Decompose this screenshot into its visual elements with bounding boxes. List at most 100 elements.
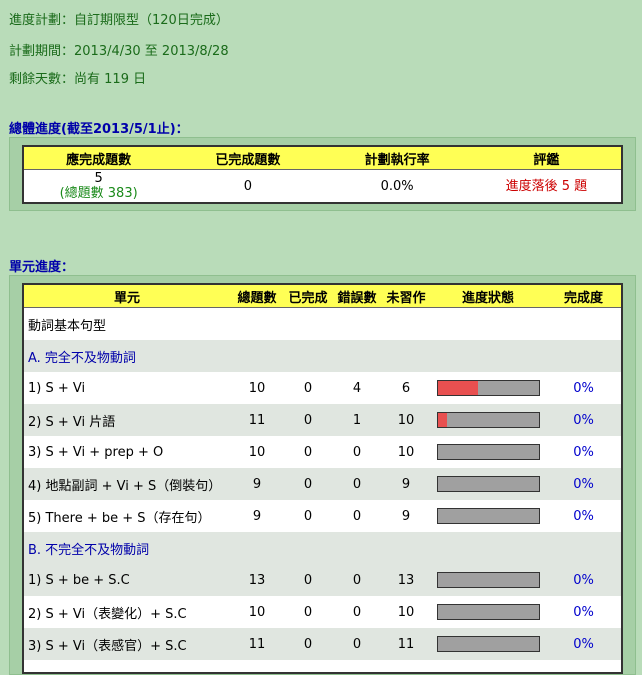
unit-label[interactable]: 3) S + Vi（表感官）+ S.C: [24, 628, 230, 660]
unit-group-heading: 動詞基本句型: [24, 307, 621, 340]
units-header-row: 單元 總題數 已完成 錯誤數 未習作 進度狀態 完成度: [24, 285, 621, 308]
plan-period: 計劃期間：2013/4/30 至 2013/8/28: [9, 40, 229, 59]
units-table: 單元 總題數 已完成 錯誤數 未習作 進度狀態 完成度 動詞基本句型 A. 完全不…: [24, 285, 621, 660]
header-total: 總題數: [230, 285, 284, 308]
header-should-complete: 應完成題數: [24, 147, 174, 170]
unit-label[interactable]: 1) S + be + S.C: [24, 564, 230, 596]
unit-errors: 4: [332, 372, 382, 404]
unit-status-cell: [430, 628, 546, 660]
unit-completion: 0%: [546, 628, 621, 660]
unit-completion: 0%: [546, 468, 621, 500]
unit-errors: 1: [332, 404, 382, 436]
unit-section-label: B. 不完全不及物動詞: [24, 532, 621, 564]
unit-row[interactable]: 2) S + Vi（表變化）+ S.C 10 0 0 10 0%: [24, 596, 621, 628]
overall-table-frame: 應完成題數 已完成題數 計劃執行率 評鑑 5 (總題數 383) 0 0.0% …: [22, 145, 623, 204]
unit-group-label: 動詞基本句型: [24, 307, 621, 340]
should-complete-cell: 5 (總題數 383): [24, 170, 173, 203]
progress-bar: [436, 444, 540, 460]
completed-value: 0: [243, 178, 253, 194]
unit-rows: 動詞基本句型 A. 完全不及物動詞 1) S + Vi 10 0 4 6 0% 2) S + V…: [24, 307, 621, 660]
unit-todo: 10: [382, 436, 430, 468]
should-complete-value: 5: [94, 171, 103, 186]
overall-progress-title: 總體進度(截至2013/5/1止)：: [9, 122, 189, 137]
unit-status-cell: [430, 404, 546, 436]
unit-done: 0: [284, 468, 332, 500]
unit-errors: 0: [332, 564, 382, 596]
unit-total: 10: [230, 436, 284, 468]
header-unit: 單元: [24, 285, 230, 308]
progress-bar: [436, 380, 540, 396]
unit-todo: 9: [382, 500, 430, 532]
progress-bar: [436, 508, 540, 524]
plan-days: 剩餘天數：尚有 119 日: [9, 68, 146, 87]
unit-status-cell: [430, 596, 546, 628]
evaluation-value: 進度落後 5 題: [505, 178, 588, 194]
overall-header-row: 應完成題數 已完成題數 計劃執行率 評鑑: [24, 147, 621, 170]
progress-bar: [436, 412, 540, 428]
unit-todo: 9: [382, 468, 430, 500]
total-questions-note: (總題數 383): [59, 186, 138, 201]
rate-value: 0.0%: [380, 178, 414, 194]
header-status: 進度狀態: [430, 285, 546, 308]
unit-total: 9: [230, 500, 284, 532]
header-todo: 未習作: [382, 285, 430, 308]
unit-todo: 11: [382, 628, 430, 660]
unit-status-cell: [430, 468, 546, 500]
unit-label[interactable]: 4) 地點副詞 + Vi + S（倒裝句）: [24, 468, 230, 500]
unit-label[interactable]: 5) There + be + S（存在句）: [24, 500, 230, 532]
unit-total: 13: [230, 564, 284, 596]
unit-row[interactable]: 3) S + Vi + prep + O 10 0 0 10 0%: [24, 436, 621, 468]
plan-type-value: 自訂期限型（120日完成）: [74, 13, 229, 28]
unit-label[interactable]: 3) S + Vi + prep + O: [24, 436, 230, 468]
unit-errors: 0: [332, 500, 382, 532]
header-evaluation: 評鑑: [471, 147, 621, 170]
progress-bar: [436, 636, 540, 652]
unit-todo: 6: [382, 372, 430, 404]
plan-type: 進度計劃：自訂期限型（120日完成）: [9, 9, 229, 28]
header-completion: 完成度: [546, 285, 621, 308]
unit-label[interactable]: 2) S + Vi 片語: [24, 404, 230, 436]
unit-label[interactable]: 1) S + Vi: [24, 372, 230, 404]
unit-done: 0: [284, 436, 332, 468]
unit-completion: 0%: [546, 500, 621, 532]
progress-bar: [436, 476, 540, 492]
unit-row[interactable]: 3) S + Vi（表感官）+ S.C 11 0 0 11 0%: [24, 628, 621, 660]
unit-total: 10: [230, 372, 284, 404]
progress-bar-fill: [437, 413, 447, 427]
unit-status-cell: [430, 564, 546, 596]
units-panel: 單元 總題數 已完成 錯誤數 未習作 進度狀態 完成度 動詞基本句型 A. 完全不…: [9, 275, 636, 675]
plan-period-label: 計劃期間：: [9, 44, 75, 59]
unit-completion: 0%: [546, 404, 621, 436]
header-rate: 計劃執行率: [322, 147, 472, 170]
unit-status-cell: [430, 372, 546, 404]
progress-bar: [436, 572, 540, 588]
unit-errors: 0: [332, 596, 382, 628]
plan-days-label: 剩餘天數：: [9, 72, 75, 87]
unit-total: 10: [230, 596, 284, 628]
header-errors: 錯誤數: [332, 285, 382, 308]
unit-done: 0: [284, 564, 332, 596]
unit-row[interactable]: 2) S + Vi 片語 11 0 1 10 0%: [24, 404, 621, 436]
unit-status-cell: [430, 500, 546, 532]
progress-bar-fill: [437, 381, 478, 395]
unit-done: 0: [284, 404, 332, 436]
unit-status-cell: [430, 436, 546, 468]
unit-section-row: B. 不完全不及物動詞: [24, 532, 621, 564]
unit-label[interactable]: 2) S + Vi（表變化）+ S.C: [24, 596, 230, 628]
overall-data-row: 5 (總題數 383) 0 0.0% 進度落後 5 題: [24, 170, 621, 203]
unit-section-label: A. 完全不及物動詞: [24, 340, 621, 372]
unit-errors: 0: [332, 468, 382, 500]
plan-period-value: 2013/4/30 至 2013/8/28: [74, 44, 229, 59]
unit-errors: 0: [332, 628, 382, 660]
unit-row[interactable]: 4) 地點副詞 + Vi + S（倒裝句） 9 0 0 9 0%: [24, 468, 621, 500]
unit-completion: 0%: [546, 564, 621, 596]
unit-row[interactable]: 1) S + be + S.C 13 0 0 13 0%: [24, 564, 621, 596]
unit-row[interactable]: 5) There + be + S（存在句） 9 0 0 9 0%: [24, 500, 621, 532]
unit-done: 0: [284, 372, 332, 404]
unit-todo: 13: [382, 564, 430, 596]
unit-completion: 0%: [546, 372, 621, 404]
plan-type-label: 進度計劃：: [9, 13, 75, 28]
units-table-frame: 單元 總題數 已完成 錯誤數 未習作 進度狀態 完成度 動詞基本句型 A. 完全不…: [22, 283, 623, 674]
unit-row[interactable]: 1) S + Vi 10 0 4 6 0%: [24, 372, 621, 404]
unit-section-row: A. 完全不及物動詞: [24, 340, 621, 372]
